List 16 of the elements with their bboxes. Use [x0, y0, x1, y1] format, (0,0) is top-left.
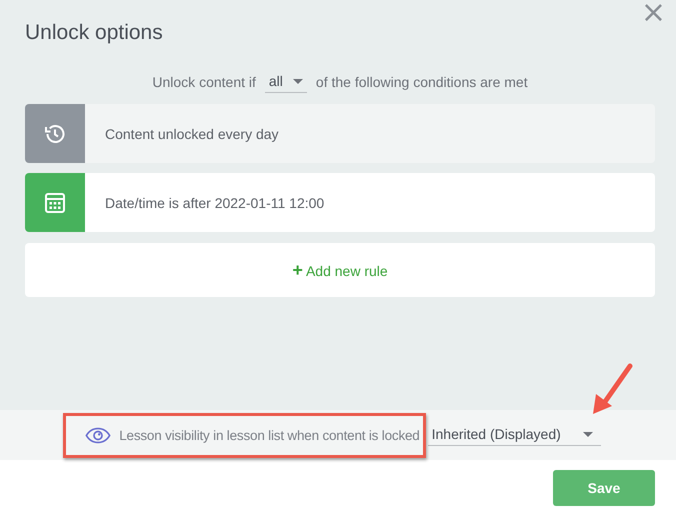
calendar-icon	[43, 190, 67, 214]
plus-icon: +	[292, 260, 303, 280]
visibility-dropdown[interactable]: Inherited (Displayed)	[428, 424, 601, 446]
rule-text: Date/time is after 2022-01-11 12:00	[105, 194, 324, 210]
rule-card[interactable]: Date/time is after 2022-01-11 12:00	[25, 173, 655, 232]
eye-icon	[85, 426, 112, 444]
visibility-label: Lesson visibility in lesson list when content is locked	[119, 428, 420, 442]
caret-icon	[582, 432, 593, 436]
add-rule-button[interactable]: + Add new rule	[286, 258, 394, 282]
condition-text: of the following conditions are met	[316, 74, 528, 90]
mode-dropdown[interactable]: all	[264, 71, 307, 93]
rule-text: Content unlocked every day	[105, 126, 279, 142]
caret-icon	[292, 78, 303, 84]
dialog-title: Unlock options	[25, 21, 164, 46]
condition-text: Unlock content if	[152, 74, 256, 90]
rule-card[interactable]: Content unlocked every day	[25, 104, 655, 163]
